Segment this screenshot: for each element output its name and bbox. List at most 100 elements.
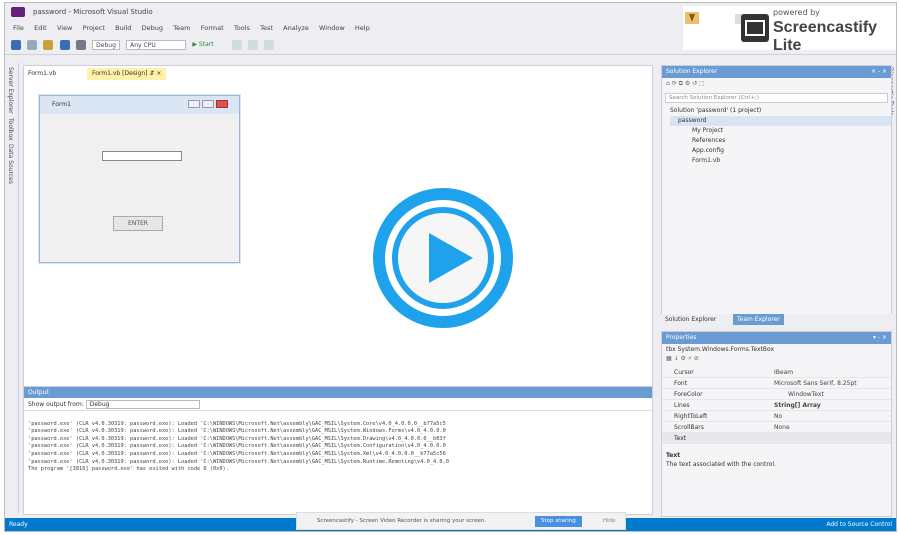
platform-select[interactable]: Any CPU	[126, 40, 187, 50]
screencastify-brand: powered by Screencastify Lite	[683, 6, 896, 54]
prop-row[interactable]: Cursor IBeam	[662, 367, 891, 378]
prop-key: Lines	[674, 402, 690, 409]
close-tab-icon[interactable]: ×	[156, 70, 161, 77]
menu-debug[interactable]: Debug	[142, 21, 163, 35]
output-panel: Output Show output from: Debug 'password…	[23, 386, 653, 515]
output-text: 'password.exe' (CLR v4.0.30319: password…	[24, 411, 652, 491]
prop-desc: The text associated with the control.	[666, 461, 776, 468]
tab-form1-design[interactable]: Form1.vb [Design] ⇵ ×	[87, 68, 167, 80]
new-project-icon[interactable]	[27, 40, 38, 50]
output-header: Output	[24, 387, 652, 398]
tree-item-my-project[interactable]: My Project	[670, 126, 891, 136]
properties-panel: Properties ▾ ‑ × tbx System.Windows.Forms…	[661, 331, 892, 517]
play-video-icon[interactable]	[371, 186, 515, 330]
output-source-label: Show output from:	[28, 401, 84, 408]
tree-item-form1[interactable]: Form1.vb	[670, 156, 891, 166]
solution-explorer-title: Solution Explorer	[666, 68, 718, 75]
menu-window[interactable]: Window	[319, 21, 345, 35]
menu-team[interactable]: Team	[173, 21, 190, 35]
pin-icon	[685, 12, 699, 24]
properties-toolbar: ▦ ↓ ⚙ ⚡ ⊘	[666, 355, 699, 362]
properties-title: Properties	[666, 334, 697, 341]
solution-tree: Solution 'password' (1 project) password…	[662, 106, 891, 166]
tree-item-project[interactable]: password	[670, 116, 891, 126]
form1-title: Form1	[52, 101, 71, 108]
brand-large-text: Screencastify Lite	[773, 19, 878, 54]
layout-spacing-icon[interactable]	[264, 40, 275, 50]
menu-edit[interactable]: Edit	[34, 21, 47, 35]
visual-studio-logo-icon	[11, 7, 25, 17]
menu-view[interactable]: View	[57, 21, 72, 35]
form1-window[interactable]: Form1 ENTER	[39, 95, 240, 263]
sharing-text: Screencastify - Screen Video Recorder is…	[317, 518, 487, 524]
tab-form1-vb[interactable]: Form1.vb	[23, 68, 61, 80]
solution-explorer-header: Solution Explorer × ‑ ×	[662, 66, 891, 78]
tab-solution-explorer[interactable]: Solution Explorer	[665, 316, 716, 323]
properties-close-icon[interactable]: ▾ ‑ ×	[873, 332, 887, 344]
prop-value: String[] Array	[774, 402, 821, 409]
toolbox-tab[interactable]: Toolbox	[7, 118, 14, 141]
properties-object-select[interactable]: tbx System.Windows.Forms.TextBox	[662, 344, 891, 355]
tree-item-references[interactable]: References	[670, 136, 891, 146]
solution-explorer-tabs: Solution Explorer Team Explorer	[661, 314, 892, 327]
server-explorer-tab[interactable]: Server Explorer	[7, 67, 14, 114]
tab-team-explorer[interactable]: Team Explorer	[733, 314, 784, 325]
output-line: 'password.exe' (CLR v4.0.30319: password…	[28, 420, 446, 427]
prop-desc-title: Text	[666, 452, 681, 459]
menu-format[interactable]: Format	[201, 21, 224, 35]
output-source: Show output from: Debug	[24, 398, 652, 411]
back-icon[interactable]	[11, 40, 21, 50]
pin-tab-icon[interactable]: ⇵	[149, 70, 154, 77]
solution-explorer-toolbar: ⌂ ⟳ ⧉ ⚙ ↺ ⬚	[666, 80, 705, 87]
prop-row[interactable]: Lines String[] Array	[662, 400, 891, 411]
prop-row[interactable]: Text	[662, 433, 891, 444]
status-left: Ready	[9, 521, 28, 528]
prop-key: Font	[674, 380, 688, 387]
save-icon[interactable]	[59, 40, 70, 50]
prop-row[interactable]: RightToLeft No	[662, 411, 891, 422]
panel-close-icon[interactable]: × ‑ ×	[871, 66, 887, 78]
menu-file[interactable]: File	[13, 21, 24, 35]
data-sources-tab[interactable]: Data Sources	[7, 144, 14, 184]
solution-config-select[interactable]: Debug	[92, 40, 120, 50]
properties-header: Properties ▾ ‑ ×	[662, 332, 891, 344]
add-to-source-control[interactable]: Add to Source Control	[826, 521, 892, 528]
prop-row[interactable]: Font Microsoft Sans Serif, 8.25pt	[662, 378, 891, 389]
brand-small-text: powered by	[773, 8, 820, 17]
prop-row[interactable]: ForeColor WindowText	[662, 389, 891, 400]
film-icon	[741, 14, 769, 42]
menu-test[interactable]: Test	[260, 21, 273, 35]
tree-item-app-config[interactable]: App.config	[670, 146, 891, 156]
start-label: Start	[198, 41, 214, 48]
document-tabs: Form1.vb Form1.vb [Design] ⇵ ×	[23, 68, 653, 80]
layout-align-icon[interactable]	[231, 40, 242, 50]
enter-button[interactable]: ENTER	[113, 216, 163, 231]
layout-size-icon[interactable]	[248, 40, 259, 50]
solution-search-input[interactable]: Search Solution Explorer (Ctrl+;)	[665, 93, 888, 103]
menu-tools[interactable]: Tools	[234, 21, 250, 35]
menu-help[interactable]: Help	[355, 21, 370, 35]
output-source-select[interactable]: Debug	[85, 400, 201, 409]
output-line: The program '[3816] password.exe' has ex…	[28, 466, 229, 473]
start-button[interactable]: ▶ Start	[192, 40, 213, 50]
password-textbox[interactable]	[102, 151, 182, 161]
prop-value: None	[774, 424, 790, 431]
prop-value: IBeam	[774, 369, 794, 376]
prop-value: WindowText	[788, 391, 824, 398]
prop-value: No	[774, 413, 783, 420]
menu-build[interactable]: Build	[115, 21, 131, 35]
hide-button[interactable]: Hide	[597, 516, 622, 527]
open-icon[interactable]	[43, 40, 54, 50]
play-start-icon: ▶	[192, 41, 197, 48]
menu-project[interactable]: Project	[83, 21, 105, 35]
prop-row[interactable]: ScrollBars None	[662, 422, 891, 433]
undo-icon[interactable]	[75, 40, 86, 50]
stop-sharing-button[interactable]: Stop sharing	[535, 516, 582, 527]
designer-surface: Form1 ENTER	[25, 81, 651, 386]
output-line: 'password.exe' (CLR v4.0.30319: password…	[28, 458, 449, 465]
form1-titlebar: Form1	[40, 96, 239, 114]
prop-key: Text	[674, 435, 687, 442]
prop-value: Microsoft Sans Serif, 8.25pt	[774, 380, 857, 387]
menu-analyze[interactable]: Analyze	[283, 21, 309, 35]
tree-item-solution[interactable]: Solution 'password' (1 project)	[670, 106, 891, 116]
